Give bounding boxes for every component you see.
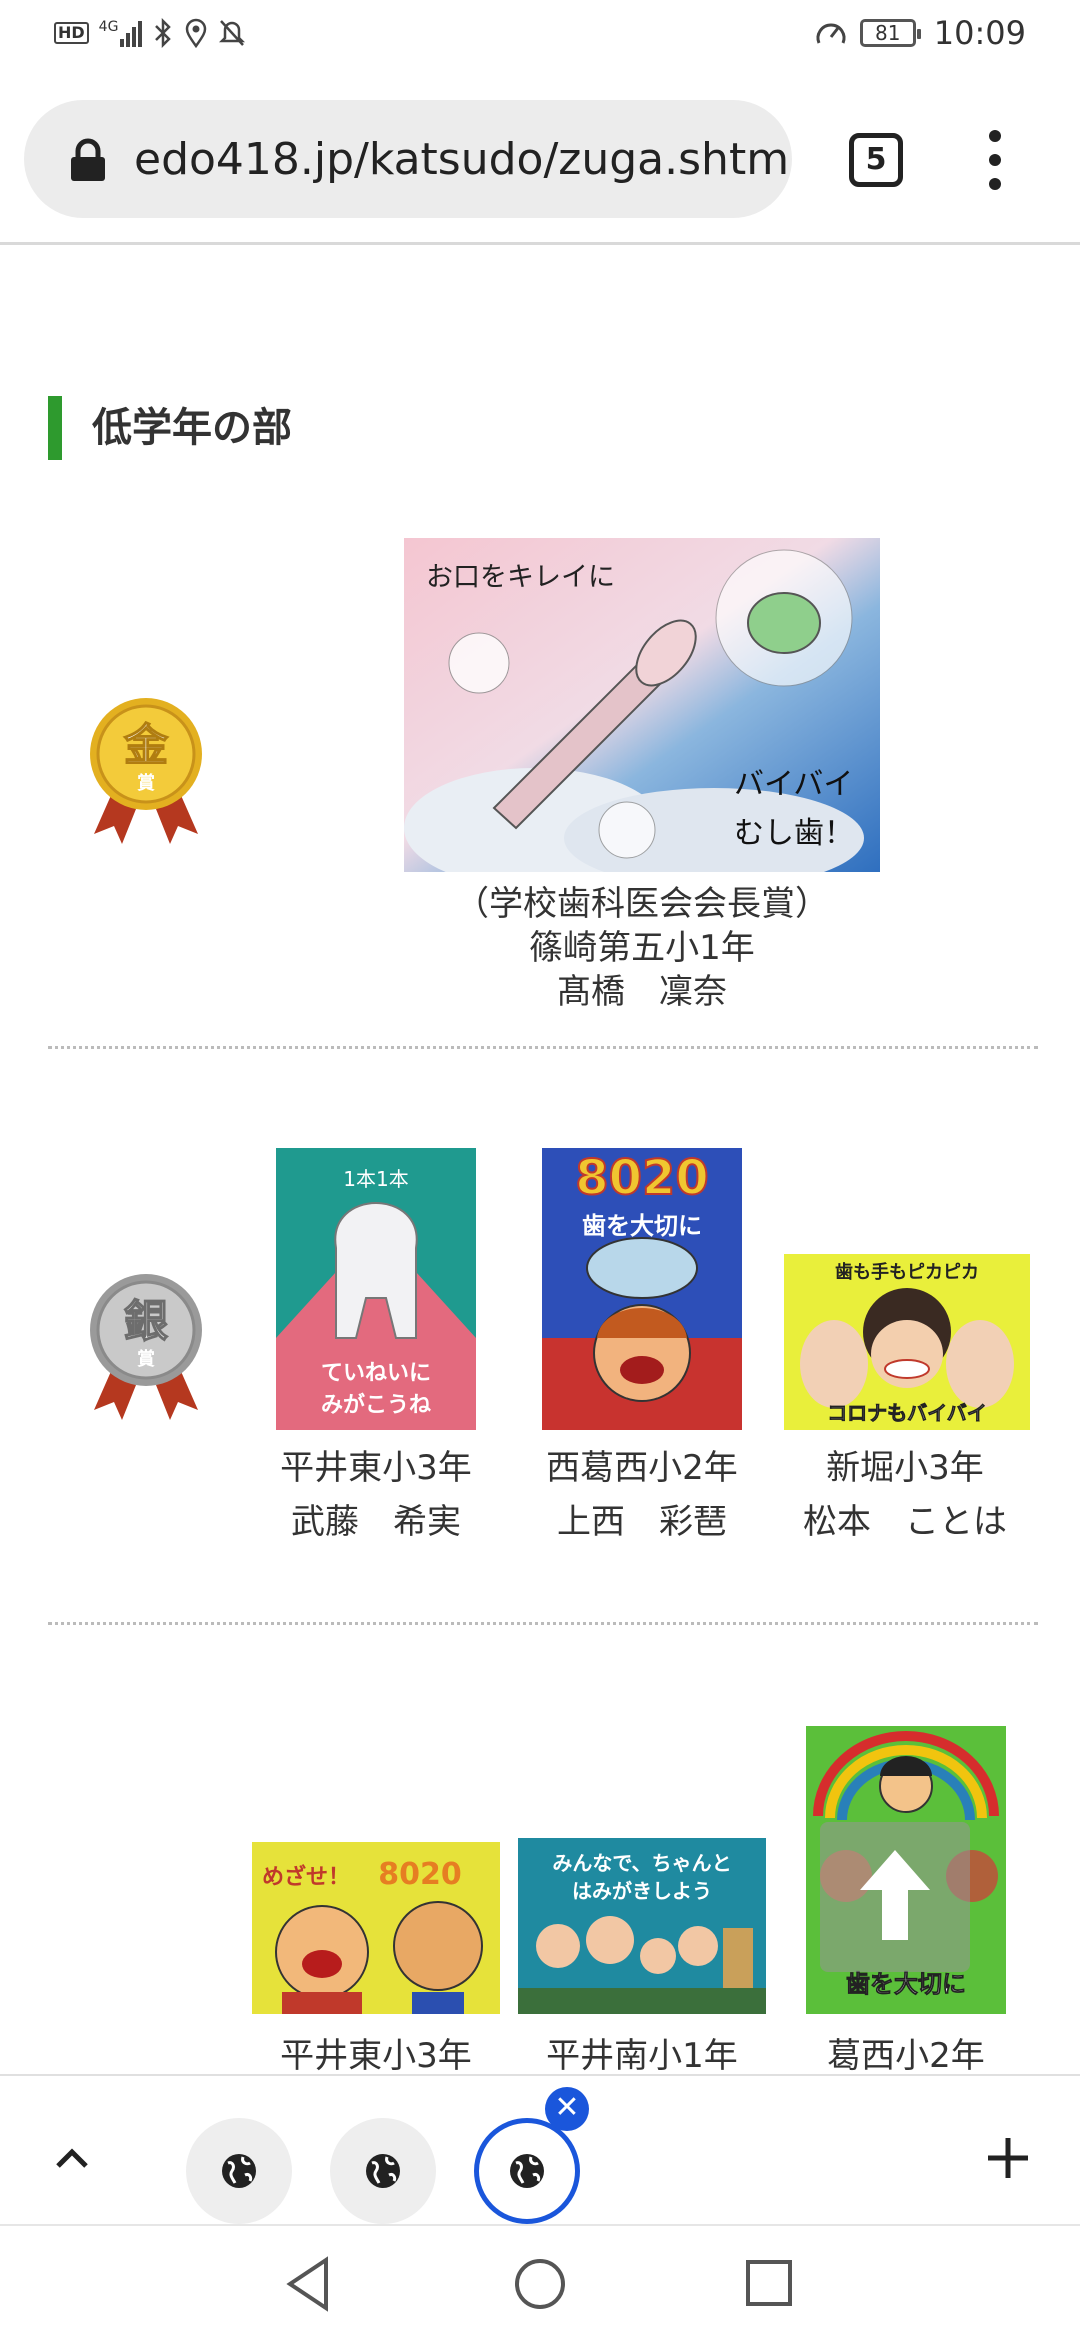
globe-icon [366,2154,400,2188]
section-title: 低学年の部 [92,405,292,451]
url-text[interactable]: edo418.jp/katsudo/zuga.shtm [134,130,794,190]
svg-text:バイバイ: バイバイ [734,767,853,802]
section-marker [48,396,62,460]
svg-text:みがこうね: みがこうね [321,1392,431,1418]
bluetooth-icon [155,18,172,48]
svg-text:銀: 銀 [124,1296,168,1347]
silver-3-school: 新堀小3年 [826,1448,984,1488]
bronze-1-school: 平井東小3年 [280,2036,472,2076]
globe-icon [222,2154,256,2188]
svg-text:お口をキレイに: お口をキレイに [426,562,615,593]
plus-icon[interactable] [984,2134,1032,2182]
status-left-icons: HD 4G [54,18,246,48]
tab-switcher-button[interactable]: 5 [849,133,903,187]
gold-artwork-image[interactable]: お口をキレイに バイバイ むし歯！ [404,538,880,872]
silver-2-school: 西葛西小2年 [546,1448,738,1488]
tab-3-active[interactable] [474,2118,580,2224]
status-right: 81 10:09 [814,14,1026,52]
bronze-artwork-2-image[interactable]: みんなで、ちゃんと はみがきしよう [518,1838,766,2014]
svg-text:むし歯！: むし歯！ [734,816,854,851]
toolbar-divider [0,242,1080,245]
home-icon[interactable] [512,2256,568,2312]
chevron-up-icon[interactable] [50,2136,94,2180]
gold-caption-award: （学校歯科医会会長賞） [455,884,829,924]
svg-text:歯を大切に: 歯を大切に [582,1212,702,1240]
gold-medal-icon: 金 賞 [86,694,206,844]
status-bar: HD 4G 81 10:09 [0,0,1080,72]
silver-artwork-1-image[interactable]: 1本1本 ていねいに みがこうね [276,1148,476,1430]
speed-gauge-icon [816,23,846,44]
svg-text:はみがきしよう: はみがきしよう [572,1879,712,1903]
svg-text:みんなで、ちゃんと: みんなで、ちゃんと [552,1851,731,1875]
scroll-to-top-button[interactable] [820,1822,970,1972]
location-icon [186,18,207,48]
gold-caption-name: 髙橋 凜奈 [557,972,727,1012]
silver-1-name: 武藤 希実 [291,1502,461,1542]
address-bar[interactable]: edo418.jp/katsudo/zuga.shtm [24,100,792,218]
silver-3-name: 松本 ことは [803,1502,1007,1542]
mute-icon [219,20,246,46]
svg-text:8020: 8020 [378,1857,462,1892]
battery-indicator: 81 [859,19,921,47]
svg-text:8020: 8020 [575,1150,709,1206]
clock: 10:09 [933,14,1026,52]
svg-text:賞: 賞 [137,772,155,794]
arrow-up-icon [860,1850,930,1940]
signal-4g-icon: 4G [99,19,143,47]
section-divider [48,1622,1038,1625]
recents-icon[interactable] [744,2258,794,2308]
overflow-menu-button[interactable] [980,130,1010,190]
lock-icon [71,138,105,181]
svg-text:コロナもバイバイ: コロナもバイバイ [827,1401,987,1425]
svg-text:ていねいに: ていねいに [321,1361,431,1386]
svg-text:めざせ！: めざせ！ [262,1864,350,1890]
close-tab-button[interactable]: ✕ [545,2087,589,2131]
gold-caption-school: 篠崎第五小1年 [529,928,755,968]
silver-1-school: 平井東小3年 [280,1448,472,1488]
bronze-2-school: 平井南小1年 [546,2036,738,2076]
tab-1[interactable] [186,2118,292,2224]
silver-medal-icon: 銀 賞 [86,1270,206,1420]
back-icon[interactable] [284,2256,334,2312]
silver-2-name: 上西 彩琶 [557,1502,727,1542]
bronze-artwork-1-image[interactable]: めざせ！ 8020 [252,1842,500,2014]
bronze-3-school: 葛西小2年 [827,2036,985,2076]
svg-text:歯も手もピカピカ: 歯も手もピカピカ [835,1261,979,1283]
svg-text:1本1本: 1本1本 [343,1167,408,1191]
svg-text:金: 金 [123,720,169,771]
section-divider [48,1046,1038,1049]
svg-text:賞: 賞 [137,1348,155,1370]
globe-icon [510,2154,544,2188]
silver-artwork-2-image[interactable]: 8020 歯を大切に [542,1148,742,1430]
tab-2[interactable] [330,2118,436,2224]
silver-artwork-3-image[interactable]: 歯も手もピカピカ コロナもバイバイ [784,1254,1030,1430]
hd-icon: HD [54,22,89,44]
bottom-tab-bar [0,2074,1080,2224]
svg-text:歯を大切に: 歯を大切に [846,1970,966,1998]
system-nav-bar [0,2224,1080,2340]
